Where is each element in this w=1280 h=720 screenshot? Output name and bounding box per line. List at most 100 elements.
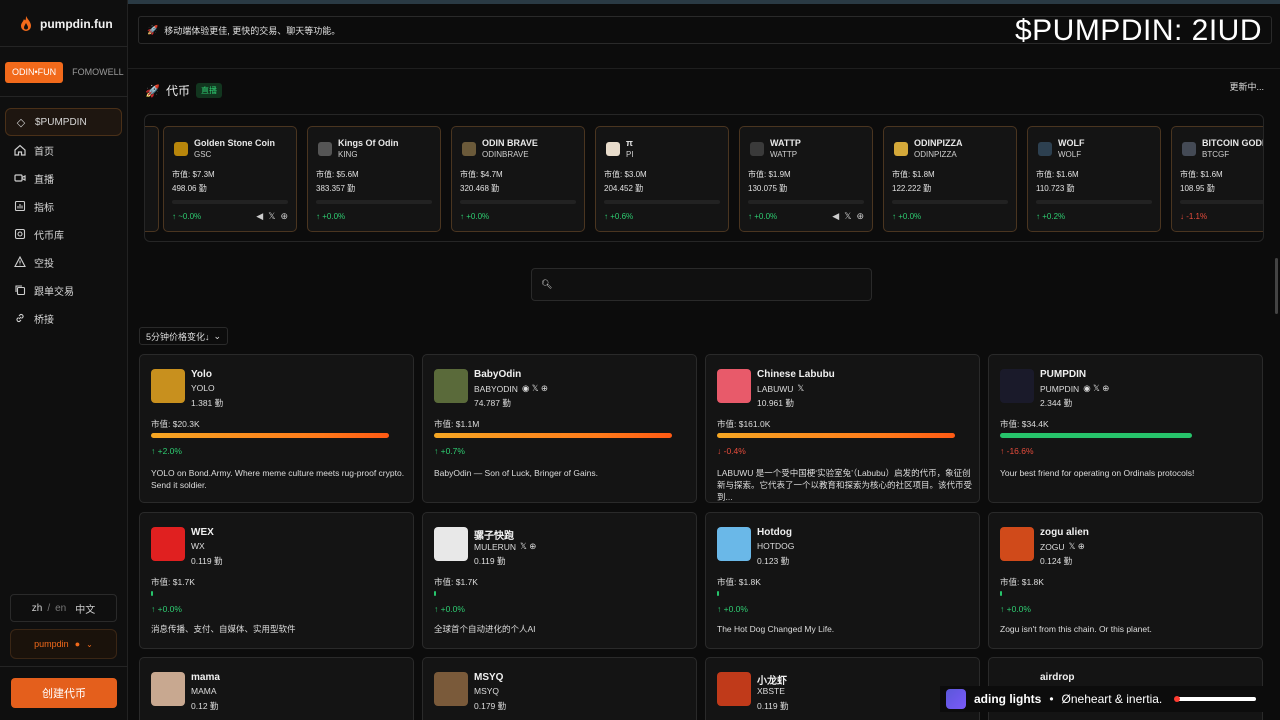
market-cap: 市值: $1.9M [748,170,791,179]
x-icon[interactable]: 𝕏 [844,211,851,222]
token-symbol: HOTDOG [757,541,795,551]
carousel-card[interactable]: ODINPIZZA ODINPIZZA 市值: $1.8M 122.222 勤 ↑ +0… [883,126,1017,232]
user-menu[interactable]: pumpdin ● ⌄ [10,629,117,659]
token-name: mama [191,672,220,683]
token-icon [717,672,751,706]
sidebar-item-live[interactable]: 直播 [5,164,122,192]
token-card[interactable]: Chinese Labubu LABUWU 𝕏 10.961 勤市值: $161.0K… [705,354,980,503]
now-playing-bar[interactable]: ading lights • Øneheart & inertia. [940,686,1272,712]
telegram-icon[interactable]: ◀ [832,211,839,222]
flame-icon: ● [74,639,81,649]
progress-bar [717,433,955,438]
sidebar-item-label: 代币库 [34,230,64,242]
globe-icon[interactable]: ⊕ [280,211,288,222]
progress-bar [434,591,436,596]
scrollbar[interactable] [1275,258,1278,314]
carousel-card[interactable]: Golden Stone Coin GSC 市值: $7.3M 498.06 勤 ↑ ~… [163,126,297,232]
sidebar-item-pumpdin[interactable]: ◇ $PUMPDIN [5,108,122,136]
token-name: WEX [191,527,214,538]
progress-handle[interactable] [1174,696,1181,702]
sidebar-item-label: 桥接 [34,314,54,326]
holders: 130.075 勤 [748,184,788,193]
price-change: ↑ +0.2% [1036,212,1066,221]
sidebar-divider [0,46,128,47]
token-card[interactable]: zogu alien ZOGU 𝕏 ⊕ 0.124 勤市值: $1.8K ↑ +0.0%… [988,512,1263,649]
sort-select[interactable]: 5分钟价格变化↓ ⌄ [139,327,229,345]
home-icon [14,144,26,156]
token-symbol: MSYQ [474,686,500,696]
token-card[interactable]: mama MAMA 0.12 勤 [139,657,414,720]
holders: 0.119 勤 [757,701,789,711]
sidebar-item-bridge[interactable]: 桥接 [5,304,122,332]
progress-bar [1000,433,1192,438]
token-icon [434,527,468,561]
token-icon [750,142,764,156]
holders: 0.179 勤 [474,701,507,711]
social-icons[interactable]: 𝕏 ⊕ [1069,541,1085,552]
carousel-card-partial[interactable] [145,126,159,232]
token-name: ODINPIZZA [914,138,963,148]
carousel-card[interactable]: WOLF WOLF 市值: $1.6M 110.723 勤 ↑ +0.2% [1027,126,1161,232]
token-icon [1000,369,1034,403]
token-card[interactable]: Yolo YOLO 1.381 勤市值: $20.3K ↑ +2.0% YOLO on … [139,354,414,503]
brand[interactable]: pumpdin.fun [20,16,113,32]
globe-icon[interactable]: ⊕ [856,211,864,222]
token-card[interactable]: Hotdog HOTDOG 0.123 勤市值: $1.8K ↑ +0.0% The H… [705,512,980,649]
x-icon[interactable]: 𝕏 [268,211,275,222]
token-card[interactable]: MSYQ MSYQ 0.179 勤 [422,657,697,720]
token-symbol-row: BABYODIN ◉ 𝕏 ⊕ [474,383,548,394]
token-symbol: XBSTE [757,686,785,696]
top-accent-line [0,0,1280,4]
market-cap: 市值: $34.4K [1000,419,1049,429]
featured-carousel: Golden Stone Coin GSC 市值: $7.3M 498.06 勤 ↑ ~… [144,114,1264,242]
token-symbol-row: PUMPDIN ◉ 𝕏 ⊕ [1040,383,1109,394]
price-change: ↑ -16.6% [1000,446,1034,456]
sidebar-item-metrics[interactable]: 指标 [5,192,122,220]
progress-bar [460,200,576,204]
create-token-button[interactable]: 创建代币 [11,678,117,708]
token-name: ODIN BRAVE [482,138,538,148]
sidebar-item-label: 首页 [34,146,54,158]
search-box[interactable]: 🔍︎ [531,268,872,301]
token-icon [174,142,188,156]
social-icons[interactable]: ◉ 𝕏 ⊕ [522,383,548,394]
sort-label: 5分钟价格变化↓ [146,331,210,342]
token-name: 骡子快跑 [474,531,514,542]
sidebar-item-copy-trading[interactable]: 跟单交易 [5,276,122,304]
token-card[interactable]: WEX WX 0.119 勤市值: $1.7K ↑ +0.0% 消息传播、支付、自媒体、… [139,512,414,649]
market-cap: 市值: $1.7K [434,577,478,587]
token-card[interactable]: 小龙虾 XBSTE 0.119 勤 [705,657,980,720]
carousel-card[interactable]: Kings Of Odin KING 市值: $5.6M 383.357 勤 ↑ +0.… [307,126,441,232]
token-description: 消息传播、支付、自媒体、实用型软件 [151,624,296,634]
token-icon [434,672,468,706]
token-symbol-row: XBSTE [757,686,785,696]
token-description: BabyOdin — Son of Luck, Bringer of Gains… [434,468,598,478]
progress-bar[interactable] [1174,696,1257,702]
carousel-card[interactable]: π PI 市值: $3.0M 204.452 勤 ↑ +0.6% [595,126,729,232]
sidebar-item-token-library[interactable]: 代币库 [5,220,122,248]
holders: 0.123 勤 [757,556,790,566]
flame-logo-icon [21,16,31,31]
tab-odin-fun[interactable]: ODIN•FUN [5,62,64,83]
market-cap: 市值: $1.1M [434,419,480,429]
token-card[interactable]: 骡子快跑 MULERUN 𝕏 ⊕ 0.119 勤市值: $1.7K ↑ +0.0% 全球首… [422,512,697,649]
sidebar-item-home[interactable]: 首页 [5,136,122,164]
sidebar-item-airdrop[interactable]: 空投 [5,248,122,276]
tab-fomowell[interactable]: FOMOWELL [65,62,131,83]
token-symbol: PUMPDIN [1040,383,1080,394]
carousel-card[interactable]: BITCOIN GODFA BTCGF 市值: $1.6M 108.95 勤 ↓ -1.… [1171,126,1263,232]
token-symbol-row: YOLO [191,383,215,393]
telegram-icon[interactable]: ◀ [256,211,263,222]
lang-zh[interactable]: zh [32,603,43,614]
social-icons[interactable]: 𝕏 [797,383,804,394]
social-icons[interactable]: ◉ 𝕏 ⊕ [1083,383,1109,394]
token-card[interactable]: PUMPDIN PUMPDIN ◉ 𝕏 ⊕ 2.344 勤市值: $34.4K ↑ -1… [988,354,1263,503]
social-icons[interactable]: 𝕏 ⊕ [520,541,536,552]
search-input[interactable] [554,275,864,295]
carousel-card[interactable]: WATTP WATTP 市值: $1.9M 130.075 勤 ↑ +0.0% ◀ 𝕏 ⊕ [739,126,873,232]
token-card[interactable]: BabyOdin BABYODIN ◉ 𝕏 ⊕ 74.787 勤市值: $1.1M ↑ … [422,354,697,503]
token-name: Chinese Labubu [757,369,835,380]
carousel-card[interactable]: ODIN BRAVE ODINBRAVE 市值: $4.7M 320.468 勤 ↑ +… [451,126,585,232]
lang-en[interactable]: en [55,603,66,614]
language-switcher[interactable]: zh / en 中文 [10,594,117,622]
